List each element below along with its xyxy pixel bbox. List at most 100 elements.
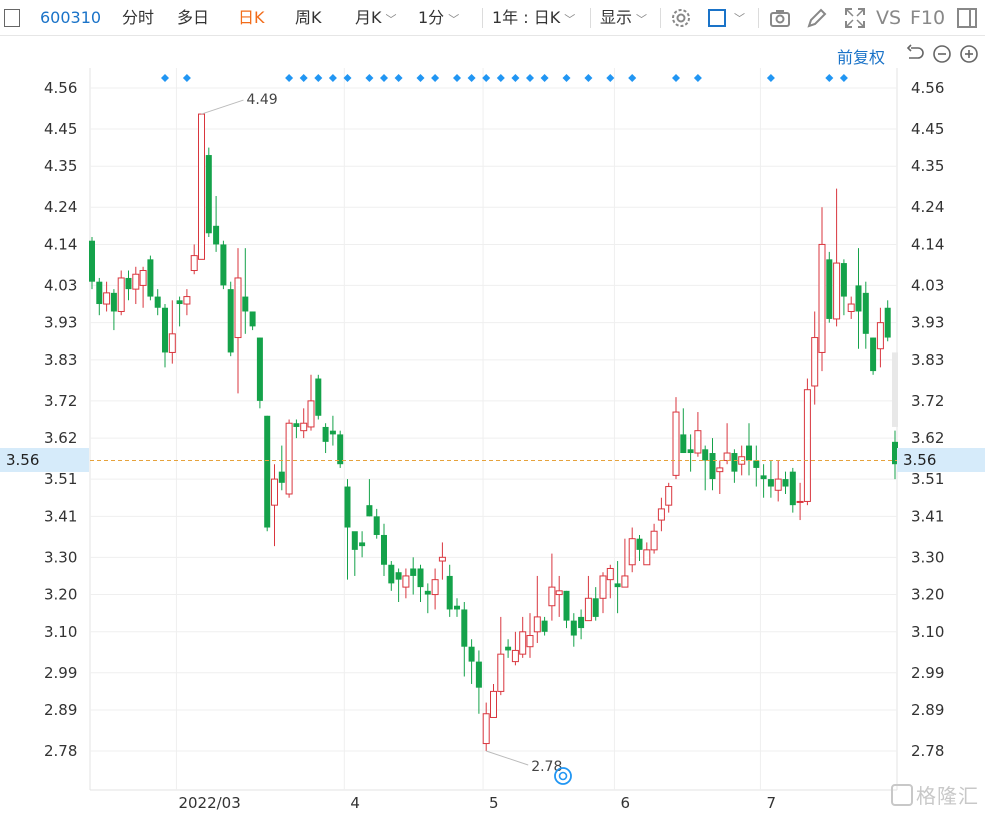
y-tick-label: 3.51 bbox=[44, 470, 77, 488]
gap-band bbox=[892, 352, 898, 427]
candle-body bbox=[154, 296, 161, 308]
candle bbox=[344, 479, 351, 580]
y-tick-label: 4.03 bbox=[911, 276, 944, 294]
candle bbox=[519, 616, 527, 658]
candle-body bbox=[264, 415, 271, 528]
candlestick-chart[interactable]: 4.56 4.45 4.35 4.24 4.14 4.03 3.93 3.83 3.72 3.62… bbox=[0, 0, 985, 813]
candle-body bbox=[665, 486, 673, 506]
event-marker bbox=[299, 74, 308, 82]
watermark-logo: 格隆汇 bbox=[891, 780, 979, 809]
candle-body bbox=[256, 337, 263, 401]
candle bbox=[337, 430, 344, 468]
event-marker bbox=[628, 74, 637, 82]
candle-body bbox=[373, 516, 380, 535]
candle bbox=[789, 467, 796, 513]
candle-body bbox=[110, 292, 117, 312]
candle bbox=[555, 575, 563, 617]
candle bbox=[154, 289, 161, 316]
candle-body bbox=[198, 113, 205, 260]
candle bbox=[351, 531, 358, 576]
candle-body bbox=[511, 649, 519, 663]
candle bbox=[454, 598, 460, 617]
candle-body bbox=[672, 411, 680, 476]
candle bbox=[147, 255, 154, 301]
candle bbox=[774, 460, 782, 502]
candle bbox=[438, 542, 446, 580]
candle-body bbox=[234, 277, 242, 339]
y-tick-label: 3.62 bbox=[911, 429, 944, 447]
candle-body bbox=[592, 598, 599, 617]
candle-body bbox=[359, 542, 366, 547]
candle bbox=[242, 248, 249, 334]
candle-body bbox=[833, 262, 841, 320]
candle-body bbox=[103, 292, 111, 305]
candle-body bbox=[636, 538, 643, 550]
candle bbox=[818, 207, 826, 372]
min-label: 2.78 bbox=[531, 759, 562, 775]
candle bbox=[731, 449, 738, 483]
candle-body bbox=[431, 579, 439, 596]
y-tick-label: 4.35 bbox=[44, 157, 77, 175]
candle-body bbox=[438, 556, 446, 562]
max-leader-line bbox=[201, 99, 244, 115]
candle bbox=[548, 553, 556, 621]
candle bbox=[139, 266, 147, 308]
candle bbox=[847, 296, 855, 319]
candle-body bbox=[461, 609, 468, 647]
event-marker bbox=[328, 74, 337, 82]
candle bbox=[285, 419, 293, 498]
candle bbox=[796, 482, 804, 521]
y-tick-label: 3.30 bbox=[44, 548, 77, 566]
candle bbox=[417, 564, 424, 603]
event-marker bbox=[766, 74, 775, 82]
candle bbox=[687, 434, 694, 472]
candle bbox=[803, 378, 811, 506]
candle bbox=[709, 438, 716, 491]
y-tick-label: 4.45 bbox=[44, 120, 77, 138]
candle bbox=[198, 113, 205, 260]
candle-body bbox=[183, 296, 191, 305]
candle bbox=[716, 460, 724, 494]
candle bbox=[570, 613, 577, 647]
candle bbox=[599, 572, 607, 614]
candle-body bbox=[599, 575, 607, 599]
candle-body bbox=[176, 300, 183, 305]
candle-body bbox=[366, 505, 373, 517]
candle-body bbox=[723, 452, 731, 461]
x-tick-label: 5 bbox=[489, 794, 499, 812]
candle-body bbox=[285, 422, 293, 495]
candle-body bbox=[760, 475, 767, 480]
candle-body bbox=[803, 389, 811, 502]
event-marker bbox=[584, 74, 593, 82]
event-markers[interactable] bbox=[161, 74, 848, 82]
candle-body bbox=[621, 575, 629, 588]
candle-body bbox=[490, 690, 497, 718]
candle bbox=[132, 266, 140, 305]
y-tick-label: 3.41 bbox=[44, 507, 77, 525]
candle-body bbox=[570, 620, 577, 636]
candle bbox=[876, 307, 884, 368]
event-marker bbox=[672, 74, 680, 82]
candle bbox=[680, 408, 687, 454]
event-marker bbox=[161, 74, 169, 82]
event-marker bbox=[839, 74, 848, 82]
candle-body bbox=[96, 281, 103, 305]
candle-body bbox=[826, 259, 833, 319]
candle-body bbox=[337, 434, 344, 465]
candle-body bbox=[650, 530, 658, 551]
locate-icon[interactable] bbox=[554, 767, 572, 785]
event-marker bbox=[416, 74, 425, 82]
candle-body bbox=[884, 307, 891, 338]
event-marker bbox=[606, 74, 615, 82]
candle bbox=[657, 497, 665, 532]
candle bbox=[190, 244, 198, 275]
locate-icon-core bbox=[558, 771, 568, 781]
candle-body bbox=[657, 508, 665, 521]
candle-body bbox=[555, 590, 563, 596]
y-tick-label: 3.20 bbox=[911, 586, 944, 604]
candle bbox=[702, 445, 709, 491]
candle bbox=[840, 259, 847, 316]
candle bbox=[526, 613, 534, 658]
candle bbox=[329, 415, 336, 446]
candle-body bbox=[694, 430, 702, 454]
